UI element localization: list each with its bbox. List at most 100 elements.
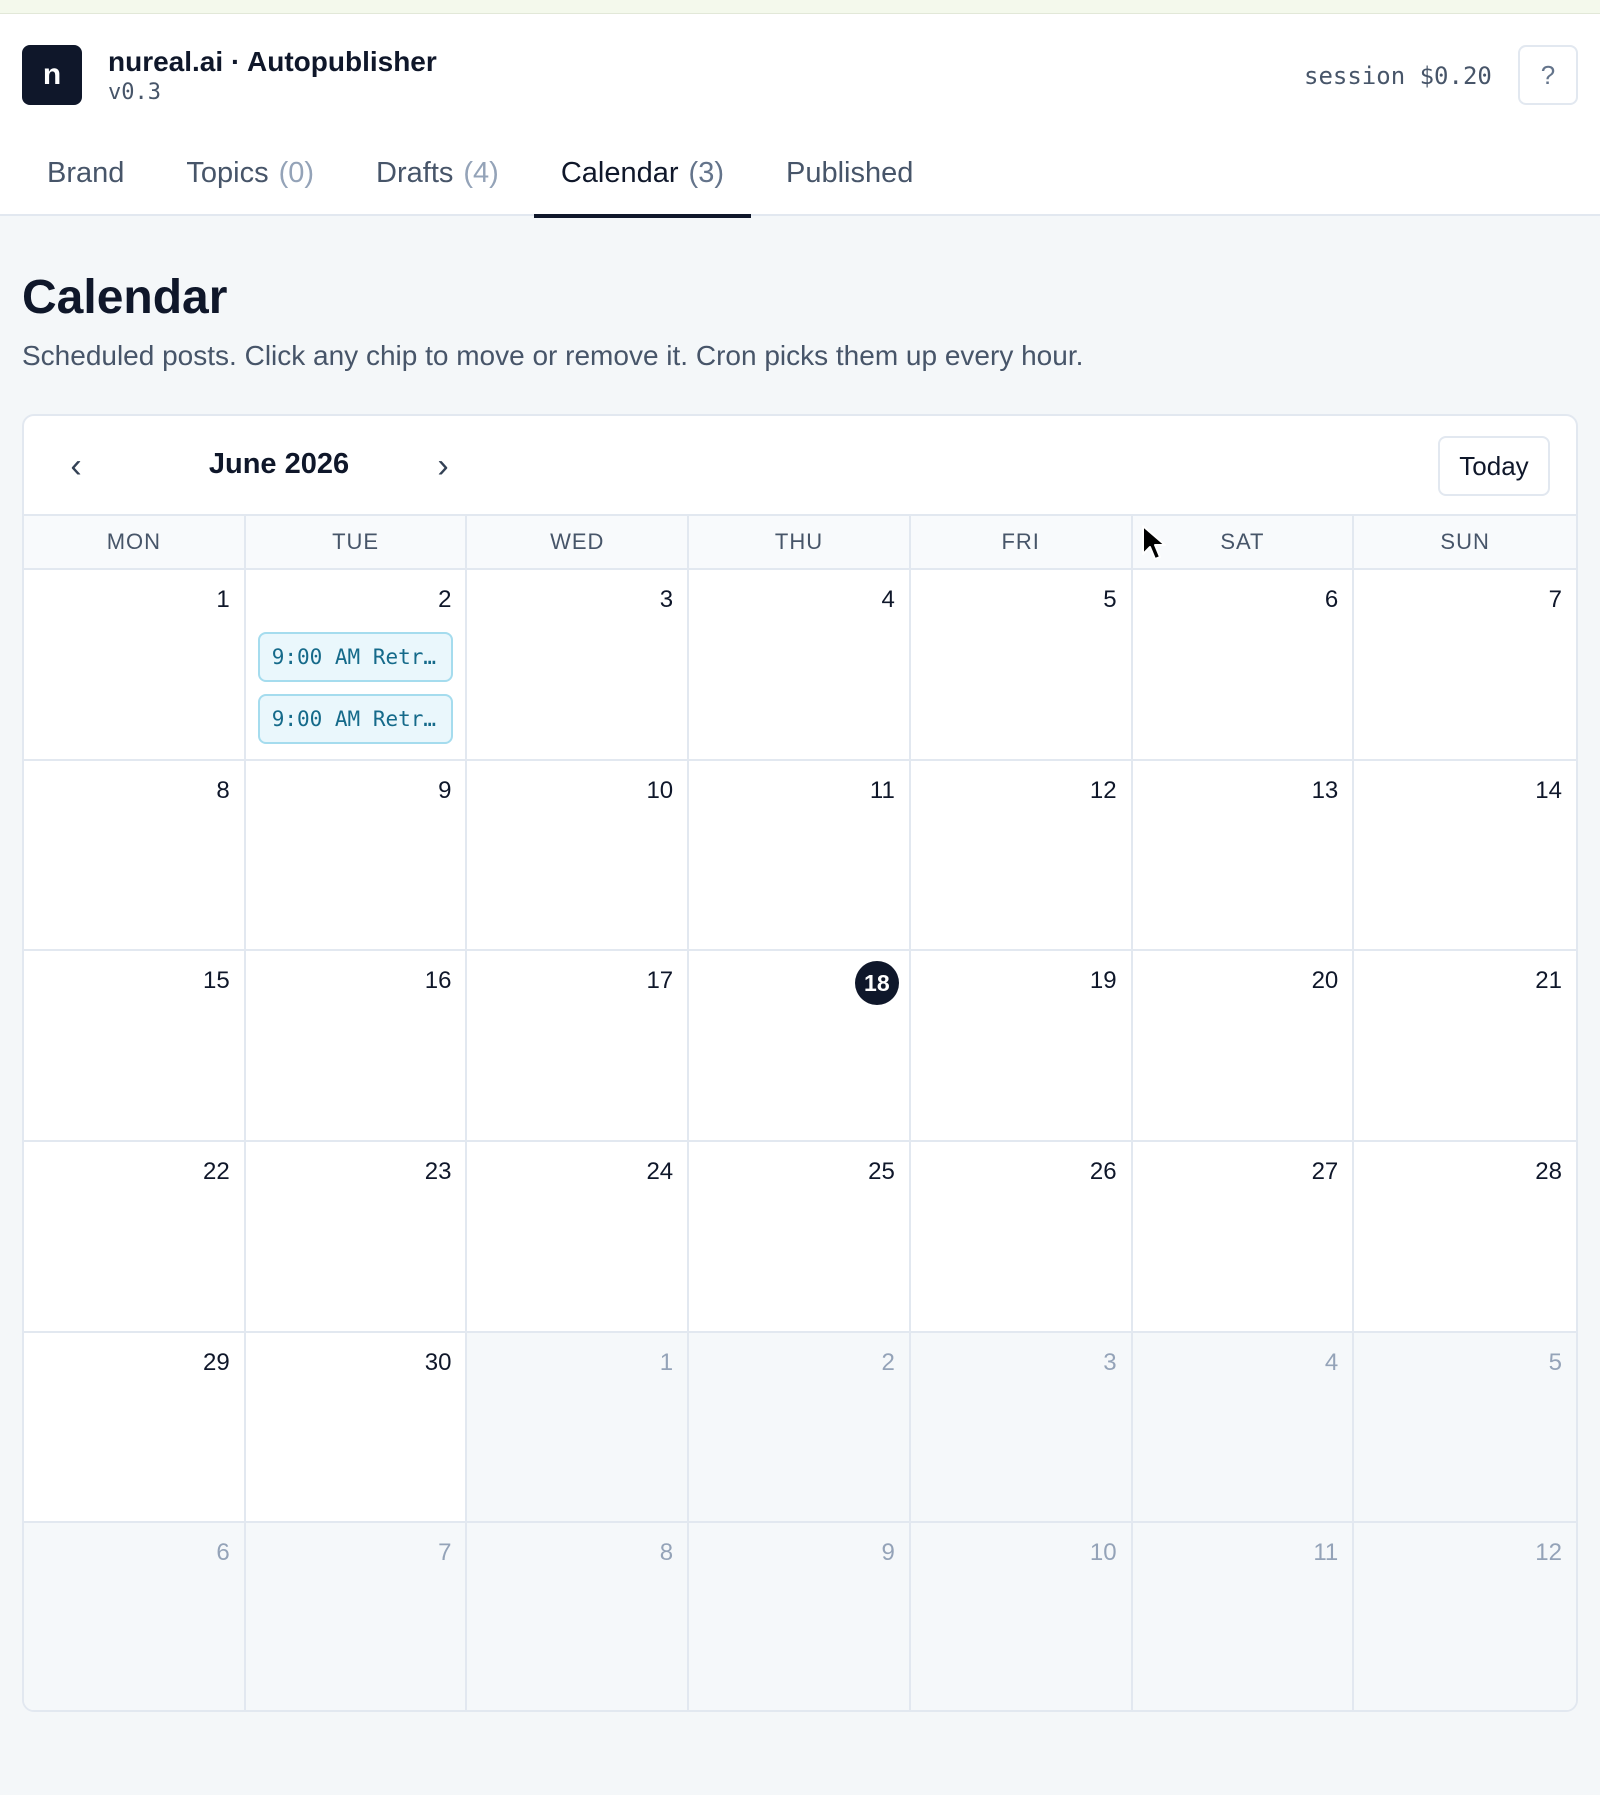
- day-number: 9: [881, 1539, 895, 1567]
- day-number: 17: [646, 967, 674, 995]
- calendar-day-cell[interactable]: 24: [467, 1142, 690, 1333]
- calendar-day-cell[interactable]: 16: [245, 951, 468, 1142]
- prev-month-button[interactable]: ‹: [54, 444, 98, 488]
- calendar-day-cell[interactable]: 23: [245, 1142, 468, 1333]
- calendar-day-cell[interactable]: 27: [1132, 1142, 1355, 1333]
- calendar-day-cell[interactable]: 5: [1354, 1332, 1576, 1524]
- day-number: 5: [1548, 1348, 1562, 1376]
- calendar-day-cell[interactable]: 3: [910, 1332, 1133, 1524]
- calendar-day-cell[interactable]: 30: [245, 1332, 468, 1524]
- calendar-day-cell[interactable]: 2 9:00 AM Retr… 9:00 AM Retr…: [245, 570, 468, 761]
- calendar-day-cell[interactable]: 6: [1132, 570, 1355, 761]
- help-button[interactable]: ?: [1518, 45, 1578, 105]
- day-number: 25: [868, 1158, 895, 1185]
- calendar-day-cell[interactable]: 4: [1132, 1332, 1355, 1524]
- day-number: 11: [1313, 1539, 1339, 1567]
- calendar-day-cell[interactable]: 18: [689, 951, 911, 1142]
- tab-count: (3): [688, 156, 724, 189]
- day-number: 12: [1535, 1539, 1562, 1567]
- calendar-day-cell[interactable]: 25: [689, 1142, 911, 1333]
- tab-count: (0): [278, 156, 315, 189]
- weekday-sun: SUN: [1440, 529, 1490, 554]
- day-number: 28: [1535, 1158, 1562, 1185]
- tab-topics[interactable]: Topics (0): [159, 130, 341, 216]
- calendar-day-cell[interactable]: 8: [467, 1523, 690, 1710]
- day-number: 10: [646, 776, 674, 804]
- calendar-day-cell[interactable]: 9: [245, 760, 468, 952]
- day-number: 20: [1311, 967, 1339, 995]
- calendar-day-cell[interactable]: 14: [1354, 760, 1576, 952]
- calendar-day-cell[interactable]: 6: [24, 1523, 246, 1710]
- main-tabs: Brand Topics (0) Drafts (4) Calendar (3) Publis…: [20, 130, 948, 218]
- calendar-day-cell[interactable]: 7: [245, 1523, 468, 1710]
- day-number: 4: [881, 586, 895, 613]
- today-button[interactable]: Today: [1438, 436, 1550, 496]
- calendar-day-cell[interactable]: 10: [467, 760, 690, 952]
- weekday-tue: TUE: [246, 516, 468, 568]
- app-title: nureal.ai · Autopublisher: [108, 46, 437, 77]
- calendar-day-cell[interactable]: 1: [24, 570, 246, 761]
- calendar-day-cell[interactable]: 7: [1354, 570, 1576, 761]
- calendar-day-cell[interactable]: 8: [24, 760, 246, 952]
- tab-brand[interactable]: Brand: [20, 130, 151, 216]
- calendar-day-cell[interactable]: 2: [689, 1332, 911, 1524]
- calendar-day-cell[interactable]: 11: [689, 760, 911, 952]
- calendar-day-cell[interactable]: 3: [467, 570, 690, 761]
- calendar-day-cell[interactable]: 20: [1132, 951, 1355, 1142]
- calendar-day-cell[interactable]: 29: [24, 1332, 246, 1524]
- calendar-day-cell[interactable]: 12: [1354, 1523, 1576, 1710]
- weekday-thu: THU: [689, 516, 911, 568]
- day-number: 2: [438, 586, 452, 613]
- today-marker: 18: [854, 961, 899, 1006]
- day-number: 29: [203, 1348, 230, 1376]
- calendar-day-cell[interactable]: 4: [689, 570, 911, 761]
- calendar-day-cell[interactable]: 10: [910, 1523, 1133, 1710]
- tab-label: Drafts: [376, 156, 454, 189]
- day-number: 26: [1089, 1158, 1117, 1185]
- tab-drafts[interactable]: Drafts (4): [349, 130, 526, 216]
- day-number: 8: [659, 1539, 674, 1567]
- calendar-panel: ‹ June 2026 › Today MON TUE WED THU FRI SAT SU…: [22, 414, 1578, 1712]
- day-number: 7: [438, 1539, 452, 1567]
- calendar-day-cell[interactable]: 17: [467, 951, 690, 1142]
- tab-label: Published: [785, 156, 914, 189]
- scheduled-post-chip[interactable]: 9:00 AM Retr…: [257, 632, 454, 682]
- calendar-day-cell[interactable]: 12: [910, 760, 1133, 952]
- top-strip: [0, 0, 1600, 14]
- calendar-day-cell[interactable]: 13: [1132, 760, 1355, 952]
- calendar-day-cell[interactable]: 22: [24, 1142, 246, 1333]
- next-month-button[interactable]: ›: [421, 444, 465, 488]
- calendar-day-cell[interactable]: 1: [467, 1332, 690, 1524]
- day-number: 8: [216, 776, 230, 804]
- day-number: 1: [216, 586, 230, 613]
- weekday-wed: WED: [467, 516, 690, 568]
- calendar-day-cell[interactable]: 11: [1132, 1523, 1355, 1710]
- calendar-day-cell[interactable]: 21: [1354, 951, 1576, 1142]
- day-number: 27: [1311, 1158, 1339, 1185]
- day-number: 15: [203, 967, 230, 995]
- today-day-number: 18: [701, 961, 899, 1006]
- calendar-day-cell[interactable]: 5: [910, 570, 1133, 761]
- day-number: 4: [1324, 1348, 1339, 1376]
- tab-label: Topics: [186, 156, 269, 189]
- day-number: 21: [1535, 967, 1562, 995]
- day-number: 16: [424, 967, 452, 995]
- scheduled-post-chip[interactable]: 9:00 AM Retr…: [257, 694, 454, 744]
- calendar-grid: 1 2 9:00 AM Retr… 9:00 AM Retr… 3 4 5 6 7 8 9 10 11 1…: [24, 570, 1576, 1710]
- tab-published[interactable]: Published: [759, 130, 940, 216]
- day-number: 3: [1103, 1348, 1117, 1376]
- chevron-left-icon: ‹: [70, 446, 82, 485]
- calendar-day-cell[interactable]: 28: [1354, 1142, 1576, 1333]
- calendar-day-cell[interactable]: 9: [689, 1523, 911, 1710]
- calendar-header: ‹ June 2026 › Today: [24, 416, 1576, 516]
- tab-calendar[interactable]: Calendar (3): [533, 130, 752, 218]
- day-number: 10: [1089, 1539, 1117, 1567]
- calendar-day-cell[interactable]: 19: [910, 951, 1133, 1142]
- weekday-mon: MON: [24, 516, 246, 568]
- calendar-day-cell[interactable]: 15: [24, 951, 246, 1142]
- help-icon: ?: [1540, 59, 1556, 90]
- day-number: 30: [424, 1348, 452, 1376]
- weekday-fri: FRI: [911, 516, 1133, 568]
- calendar-day-cell[interactable]: 26: [910, 1142, 1133, 1333]
- day-number: 6: [216, 1539, 230, 1567]
